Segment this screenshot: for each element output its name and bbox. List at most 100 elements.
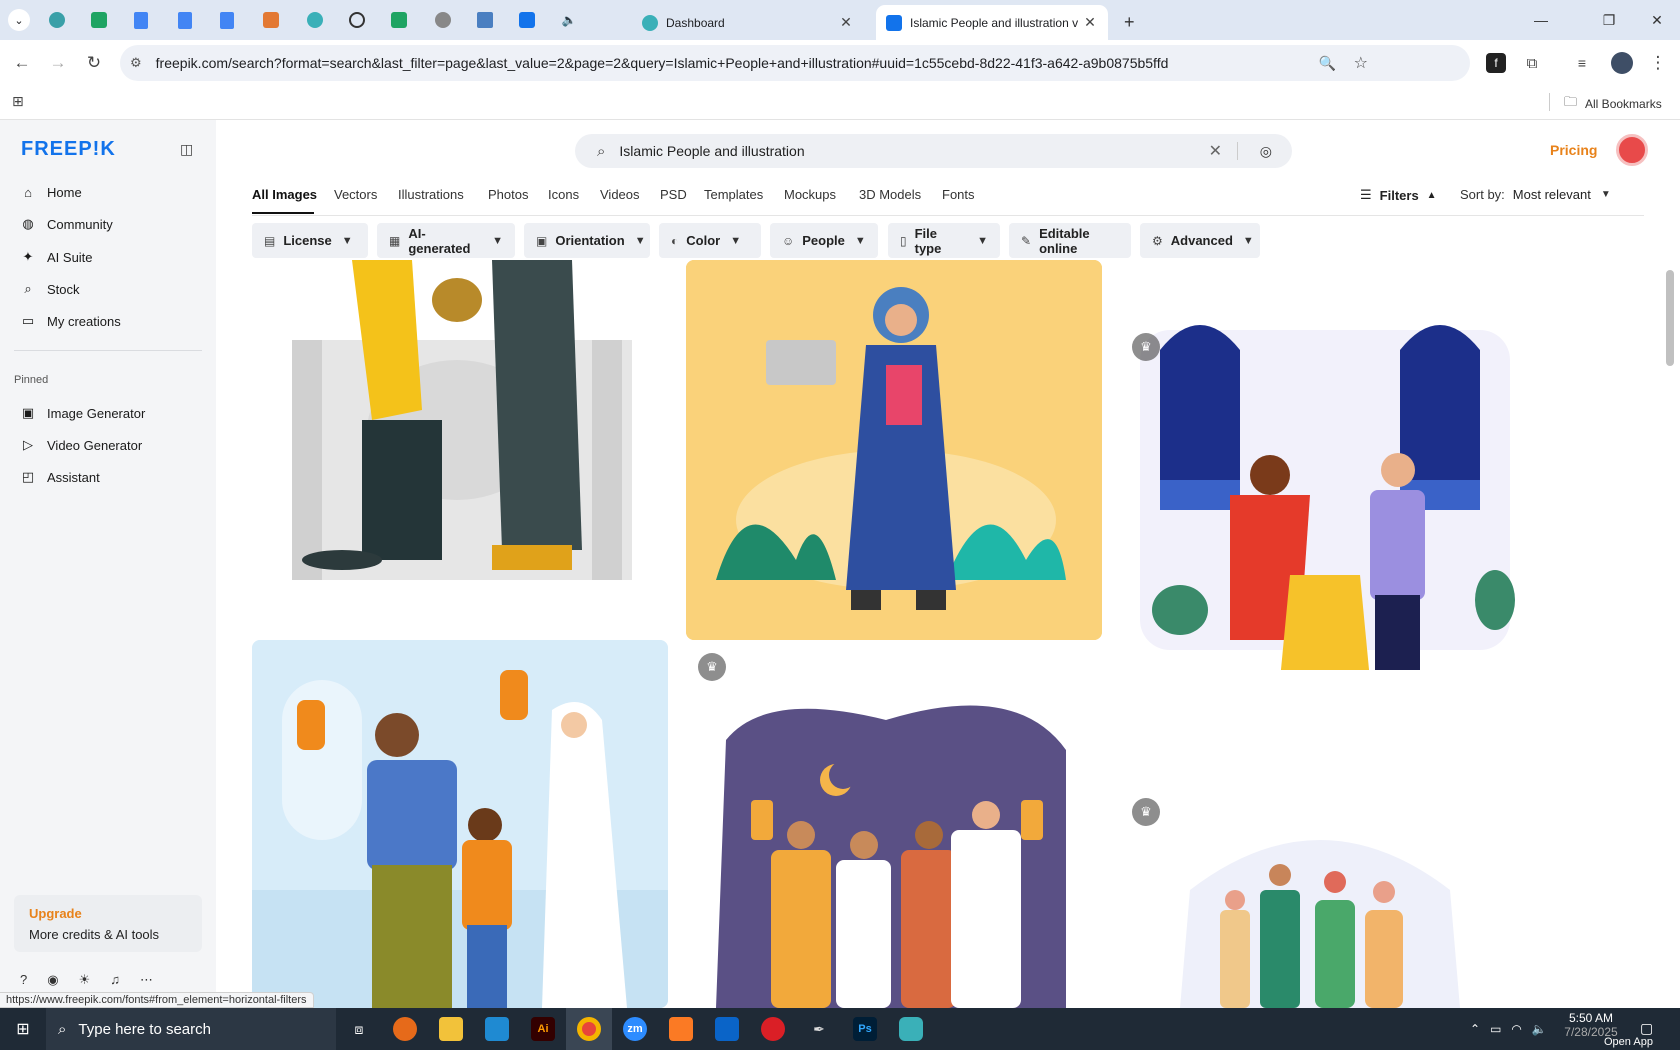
new-tab-button[interactable]: + [1114,5,1144,40]
volume-icon[interactable]: 🔈 [1532,1022,1547,1036]
clear-search-icon[interactable]: ✕ [1209,141,1222,161]
taskbar-zoom[interactable]: zm [612,1008,658,1050]
sidebar-item-stock[interactable]: ⌕ Stock [20,278,79,300]
discord-icon[interactable]: ◉ [47,972,58,988]
back-button[interactable]: ← [10,51,34,75]
pinned-tab[interactable] [516,9,538,31]
tab-search-button[interactable]: ⌄ [8,9,30,31]
taskbar-firefox[interactable] [382,1008,428,1050]
sidebar-toggle-icon[interactable]: ◫ [180,141,193,158]
sidebar-item-image-generator[interactable]: ▣ Image Generator [20,402,145,424]
sidebar-item-my-creations[interactable]: ▭ My creations [20,310,121,332]
pinned-tab[interactable] [304,9,326,31]
pinned-tab[interactable] [474,9,496,31]
all-bookmarks-button[interactable]: 🗀 All Bookmarks [1564,93,1662,115]
site-info-icon[interactable]: ⚙ [130,55,142,71]
address-bar[interactable]: ⚙ freepik.com/search?format=search&last_… [120,45,1470,81]
filter-people[interactable]: ☺ People ▼ [770,223,878,258]
sort-dropdown[interactable]: Sort by: Most relevant ▼ [1460,187,1611,202]
start-button[interactable]: ⊞ [0,1008,46,1050]
tab-videos[interactable]: Videos [600,187,640,202]
media-control-icon[interactable]: ≡ [1570,51,1594,75]
tab-templates[interactable]: Templates [704,187,763,202]
theme-icon[interactable]: ☀ [79,972,91,988]
help-icon[interactable]: ? [20,972,27,988]
restore-button[interactable]: ❐ [1586,0,1632,40]
sidebar-item-ai-suite[interactable]: ✦ AI Suite [20,246,93,268]
tab-dashboard[interactable]: Dashboard ✕ [632,5,864,40]
extensions-puzzle-icon[interactable]: ⧉ [1520,51,1544,75]
filter-editable-online[interactable]: ✎ Editable online [1009,223,1131,258]
pinned-tab[interactable] [130,9,152,31]
task-view-button[interactable]: ⧈ [336,1008,382,1050]
result-image[interactable] [1120,280,1536,670]
filter-ai-generated[interactable]: ▦ AI-generated ▼ [377,223,515,258]
pinned-tab[interactable] [88,9,110,31]
pinned-tab[interactable] [346,9,368,31]
tab-fonts[interactable]: Fonts [942,187,975,202]
pinned-tab[interactable] [432,9,454,31]
pinned-tab[interactable] [388,9,410,31]
reload-button[interactable]: ↻ [82,51,106,75]
pinned-tab[interactable] [174,9,196,31]
tab-3d-models[interactable]: 3D Models [859,187,921,202]
filter-file-type[interactable]: ▯ File type ▼ [888,223,1000,258]
scrollbar-thumb[interactable] [1666,270,1674,366]
taskbar-file-explorer[interactable] [428,1008,474,1050]
wifi-icon[interactable]: ◠ [1511,1022,1521,1036]
pinned-tab[interactable] [260,9,282,31]
user-avatar[interactable] [1616,134,1648,166]
taskbar-creative-cloud[interactable] [750,1008,796,1050]
network-icon[interactable]: ▭ [1490,1022,1501,1036]
taskbar-outlook[interactable] [704,1008,750,1050]
taskbar-chrome[interactable] [566,1008,612,1050]
taskbar-illustrator[interactable]: Ai [520,1008,566,1050]
taskbar-photoshop[interactable]: Ps [842,1008,888,1050]
zoom-icon[interactable]: 🔍 [1319,55,1336,72]
bell-icon[interactable]: ♫ [110,972,120,988]
chevron-up-icon[interactable]: ⌃ [1470,1022,1480,1036]
pricing-link[interactable]: Pricing [1550,142,1597,158]
filter-advanced[interactable]: ⚙ Advanced ▼ [1140,223,1260,258]
filter-license[interactable]: ▤ License ▼ [252,223,368,258]
result-image[interactable] [1120,810,1536,1008]
apps-grid-icon[interactable]: ⊞ [12,93,24,110]
notification-icon[interactable]: ▢ [1640,1020,1653,1037]
pinned-tab[interactable] [216,9,238,31]
sidebar-item-video-generator[interactable]: ▷ Video Generator [20,434,142,456]
tab-psd[interactable]: PSD [660,187,687,202]
extension-icon[interactable]: f [1486,53,1506,73]
upgrade-card[interactable]: Upgrade More credits & AI tools [14,895,202,952]
result-image[interactable] [686,260,1102,640]
pinned-tab[interactable] [46,9,68,31]
filter-color[interactable]: ◐ Color ▼ [659,223,761,258]
close-icon[interactable]: ✕ [1082,14,1098,31]
filters-button[interactable]: ☰ Filters ▲ [1360,187,1437,203]
tab-icons[interactable]: Icons [548,187,579,202]
tab-illustrations[interactable]: Illustrations [398,187,464,202]
tab-all-images[interactable]: All Images [252,187,317,202]
forward-button[interactable]: → [46,51,70,75]
camera-search-icon[interactable]: ◎ [1260,143,1272,160]
tab-vectors[interactable]: Vectors [334,187,377,202]
filter-orientation[interactable]: ▣ Orientation ▼ [524,223,650,258]
result-image[interactable] [686,680,1102,1008]
bookmark-star-icon[interactable]: ☆ [1354,53,1368,73]
result-image[interactable] [252,640,668,1008]
browser-menu-icon[interactable]: ⋮ [1646,51,1670,75]
url-text[interactable]: freepik.com/search?format=search&last_fi… [156,55,1169,71]
taskbar-xampp[interactable] [658,1008,704,1050]
result-image[interactable] [252,260,668,592]
sidebar-item-community[interactable]: ◍ Community [20,213,112,235]
sidebar-item-assistant[interactable]: ◰ Assistant [20,466,100,488]
close-icon[interactable]: ✕ [838,14,854,31]
tab-freepik-search[interactable]: Islamic People and illustration v ✕ [876,5,1108,40]
sidebar-item-home[interactable]: ⌂ Home [20,181,82,203]
taskbar-vscode[interactable] [474,1008,520,1050]
taskbar-search[interactable]: ⌕ Type here to search [46,1008,336,1050]
minimize-button[interactable]: — [1518,0,1564,40]
tab-mockups[interactable]: Mockups [784,187,836,202]
tab-photos[interactable]: Photos [488,187,528,202]
more-icon[interactable]: ⋯ [140,972,153,988]
pinned-tab[interactable]: 🔈 [558,9,580,31]
